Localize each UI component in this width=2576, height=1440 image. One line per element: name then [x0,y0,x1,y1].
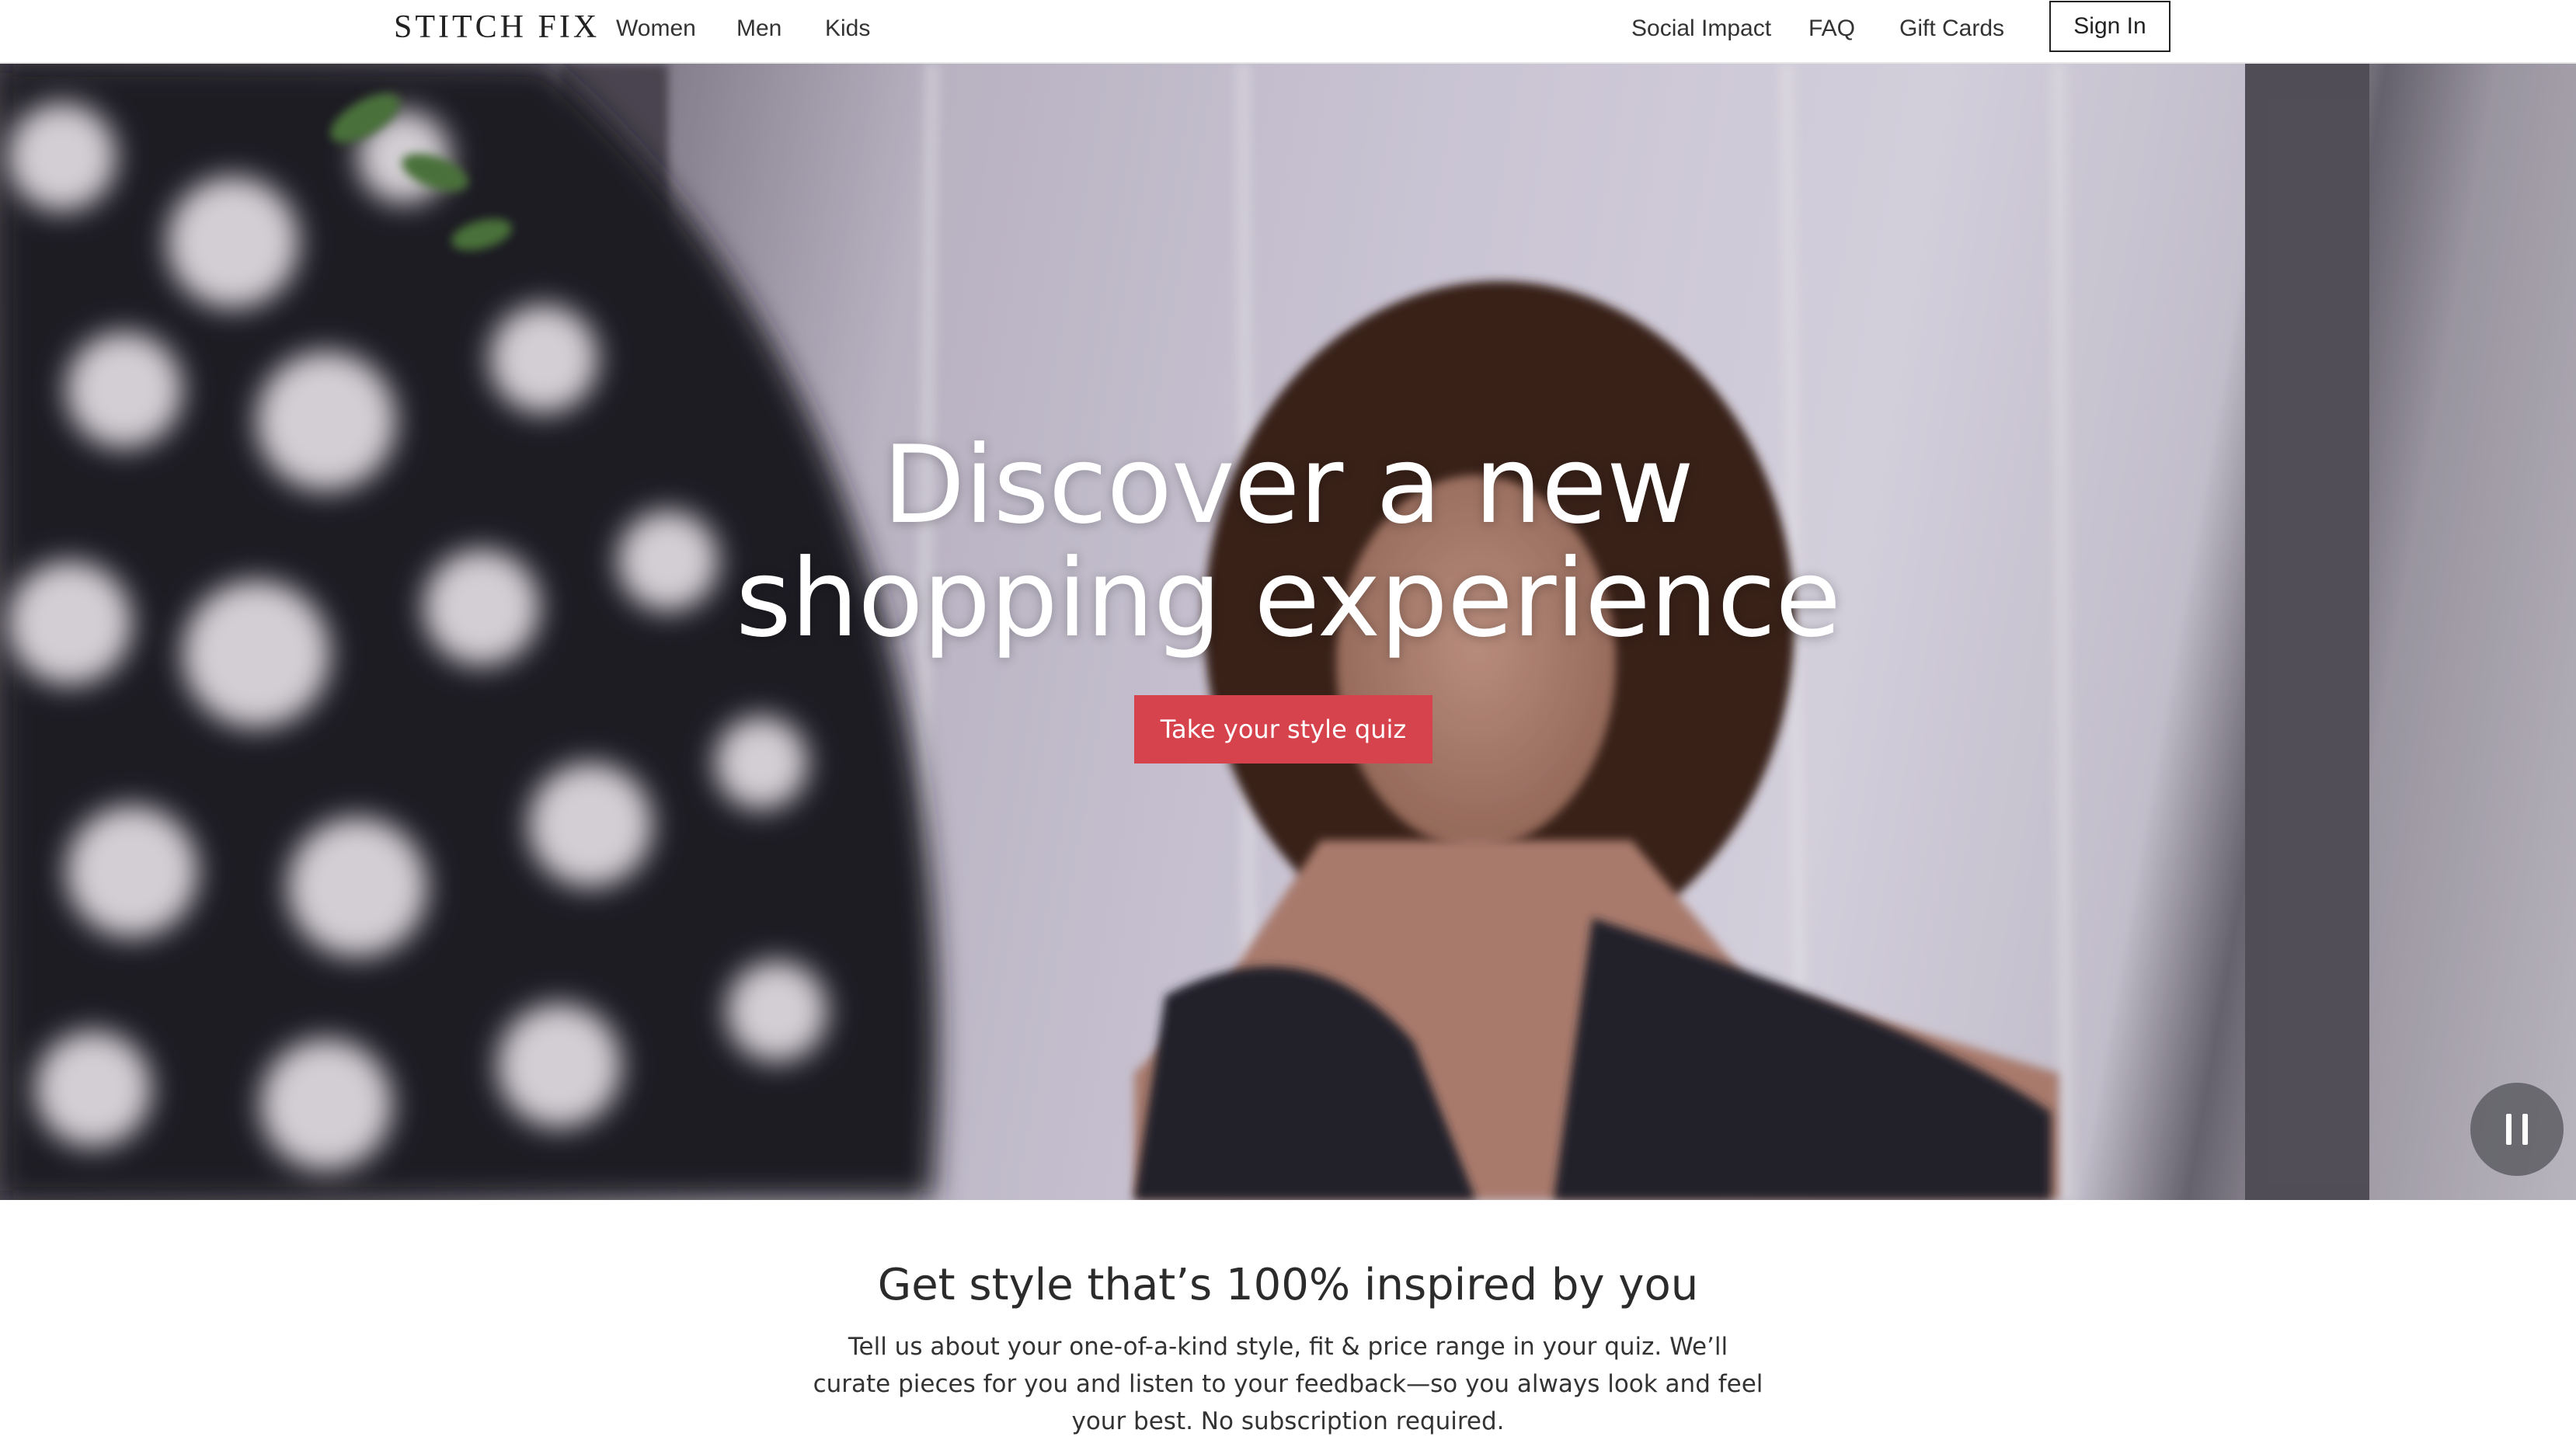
nav-link-faq[interactable]: FAQ [1808,14,1855,43]
nav-link-social-impact[interactable]: Social Impact [1631,14,1771,43]
video-pause-button[interactable] [2470,1083,2564,1176]
nav-link-women[interactable]: Women [616,14,696,43]
pause-icon [2506,1114,2528,1145]
stitch-fix-logo[interactable]: STITCH FIX [394,8,600,47]
hero-headline-line-1: Discover a new [882,423,1694,548]
hero-video: Discover a new shopping experience Take … [0,64,2576,1200]
nav-link-kids[interactable]: Kids [825,14,870,43]
hero-headline: Discover a new shopping experience [0,429,2576,656]
sign-in-button[interactable]: Sign In [2049,1,2170,52]
nav-link-men[interactable]: Men [736,14,782,43]
intro-title: Get style that’s 100% inspired by you [877,1260,1699,1310]
intro-description: Tell us about your one-of-a-kind style, … [813,1333,1763,1435]
style-quiz-button[interactable]: Take your style quiz [1134,695,1432,763]
nav-link-gift-cards[interactable]: Gift Cards [1899,14,2004,43]
hero-headline-line-2: shopping experience [735,536,1841,661]
site-header: STITCH FIX Women Men Kids Social Impact … [0,0,2576,64]
